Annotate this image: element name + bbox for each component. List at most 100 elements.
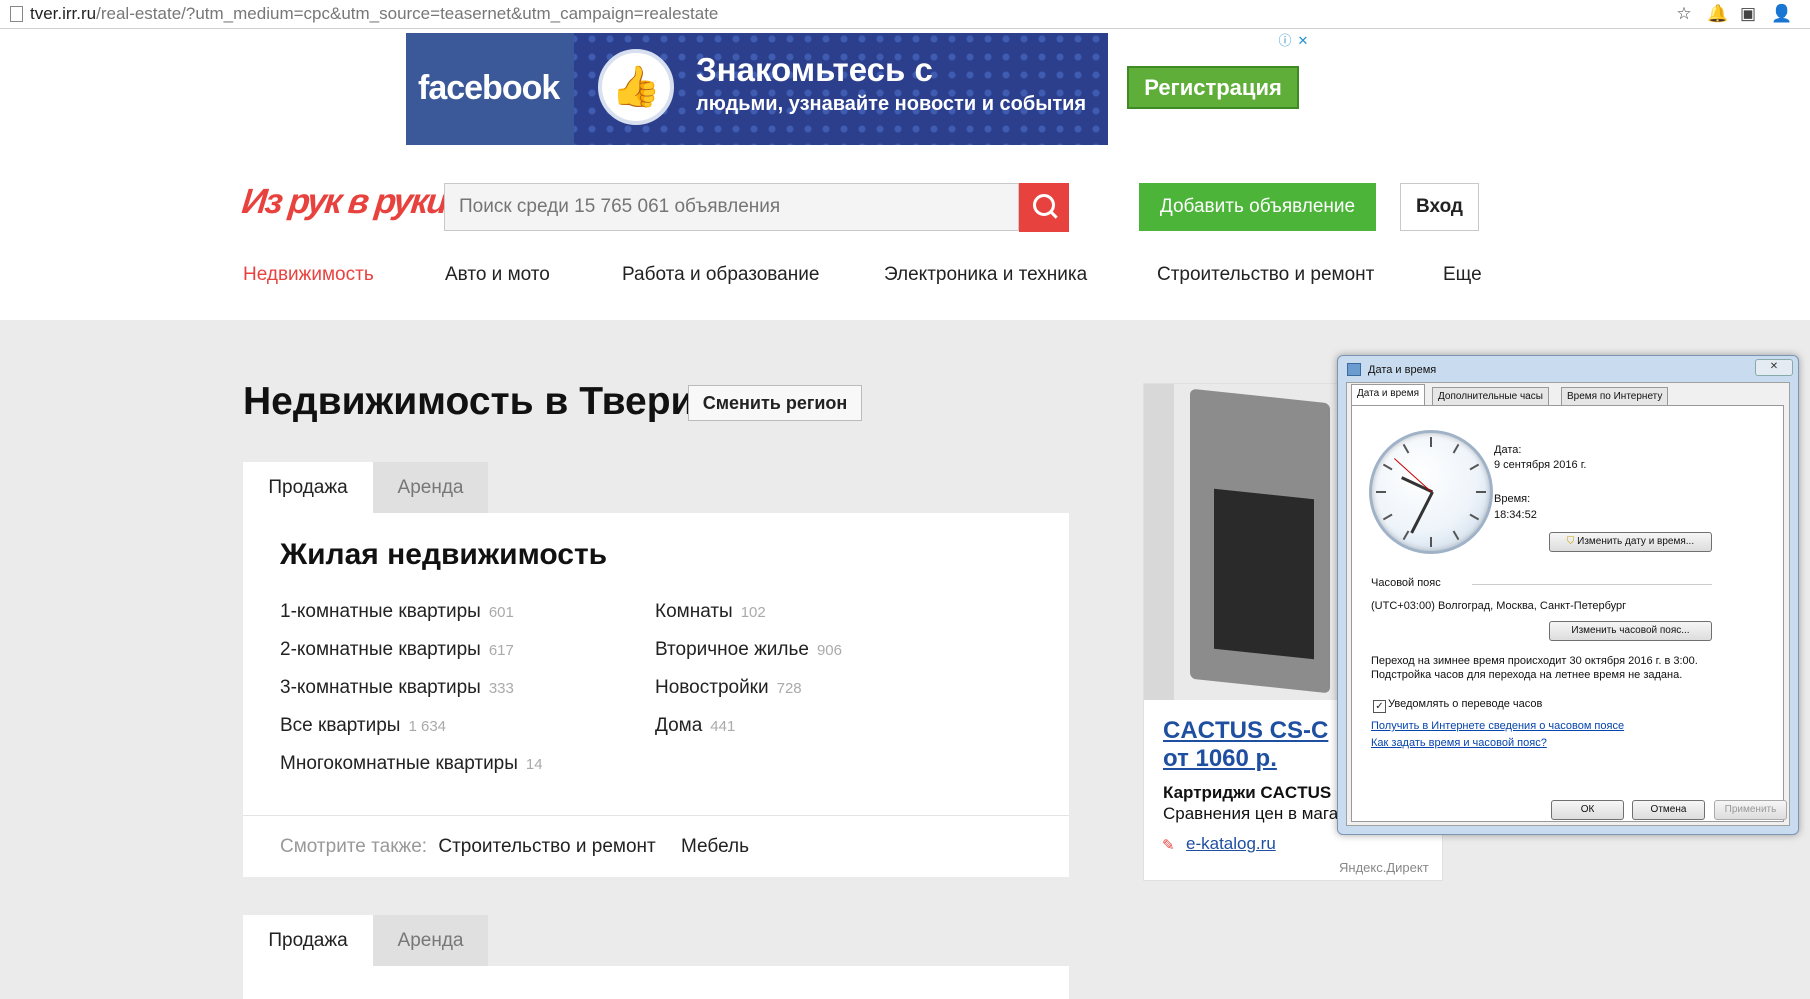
see-also-link-furniture[interactable]: Мебель (681, 836, 749, 857)
notify-label[interactable]: Уведомлять о переводе часов (1388, 698, 1542, 710)
date-label: Дата: (1494, 444, 1522, 456)
category-link[interactable]: 3-комнатные квартиры 333 (280, 677, 514, 699)
clock-tick (1430, 437, 1432, 447)
ad-title-line1: CACTUS CS-C (1163, 717, 1329, 744)
change-timezone-button[interactable]: Изменить часовой пояс... (1549, 621, 1712, 641)
extension-bell-icon[interactable]: 🔔 (1707, 4, 1728, 24)
tab-internet-time[interactable]: Время по Интернету (1561, 387, 1669, 405)
search-input[interactable] (444, 183, 1019, 231)
category-link[interactable]: Многокомнатные квартиры 14 (280, 753, 543, 775)
ad-subtitle: Картриджи CACTUS (1163, 783, 1332, 802)
nav-item-jobs[interactable]: Работа и образование (622, 264, 819, 286)
nav-item-electronics[interactable]: Электроника и техника (884, 264, 1087, 286)
search-button[interactable] (1019, 183, 1069, 232)
category-label: 2-комнатные квартиры (280, 639, 481, 660)
dialog-body: Дата и время Дополнительные часы Время п… (1346, 382, 1790, 826)
extension-puzzle-icon[interactable]: ▣ (1738, 4, 1758, 24)
dialog-title: Дата и время (1368, 364, 1437, 376)
change-region-button[interactable]: Сменить регион (688, 385, 862, 421)
uac-shield-icon: ⛉ (1566, 536, 1575, 547)
clock-tick (1382, 513, 1393, 521)
category-count: 14 (525, 756, 543, 773)
dst-info-line2: Подстройка часов для перехода на летнее … (1371, 669, 1683, 681)
category-label: Новостройки (655, 677, 769, 698)
timezone-info-link[interactable]: Получить в Интернете сведения о часовом … (1371, 720, 1624, 732)
clock-tick (1402, 443, 1410, 454)
tab-sale[interactable]: Продажа (243, 462, 373, 513)
ad-domain-link[interactable]: e-katalog.ru (1186, 834, 1276, 854)
notify-checkbox[interactable]: ✓ (1373, 700, 1386, 713)
category-label: Дома (655, 715, 703, 736)
clock-tick (1382, 463, 1393, 471)
cancel-button[interactable]: Отмена (1632, 800, 1705, 820)
banner-register-button[interactable]: Регистрация (1127, 66, 1299, 109)
timezone-separator (1472, 584, 1712, 585)
url-text[interactable]: tver.irr.ru/real-estate/?utm_medium=cpc&… (30, 4, 718, 24)
clock-tick (1402, 530, 1410, 541)
timezone-value: (UTC+03:00) Волгоград, Москва, Санкт-Пет… (1371, 600, 1627, 612)
profile-icon[interactable]: 👤 (1771, 4, 1792, 24)
search-icon-handle (1049, 210, 1058, 219)
clock-minute-hand (1410, 491, 1434, 534)
clock-second-hand (1394, 458, 1432, 493)
time-label: Время: (1494, 493, 1531, 505)
bookmark-star-icon[interactable]: ☆ (1674, 4, 1694, 24)
clock-tick (1430, 537, 1432, 547)
apply-button[interactable]: Применить (1714, 800, 1787, 820)
thumbs-up-icon: 👍 (598, 49, 674, 125)
how-to-set-time-link[interactable]: Как задать время и часовой пояс? (1371, 737, 1547, 749)
category-label: Вторичное жилье (655, 639, 809, 660)
ad-provider: Яндекс.Директ (1339, 860, 1429, 875)
change-datetime-button[interactable]: ⛉ Изменить дату и время... (1549, 532, 1712, 552)
browser-address-bar[interactable]: tver.irr.ru/real-estate/?utm_medium=cpc&… (0, 0, 1810, 29)
ad-controls: ⓘ ✕ (1277, 32, 1315, 51)
tab-date-time[interactable]: Дата и время (1351, 384, 1426, 406)
tab-rent[interactable]: Аренда (373, 462, 488, 513)
category-count: 728 (776, 680, 802, 697)
ad-info-icon[interactable]: ⓘ (1277, 33, 1293, 49)
ad-title-line2: от 1060 р. (1163, 745, 1277, 772)
section-title: Жилая недвижимость (280, 538, 608, 571)
page-title: Недвижимость в Твери (243, 380, 695, 423)
date-time-panel: Дата: 9 сентября 2016 г. Время: 18:34:52… (1351, 405, 1784, 822)
ad-title[interactable]: CACTUS CS-C от 1060 р. (1163, 717, 1328, 773)
page-icon (10, 6, 23, 22)
see-also-link-construction[interactable]: Строительство и ремонт (438, 836, 655, 857)
clock-tick (1469, 463, 1480, 471)
banner-subline: людьми, узнавайте новости и события (696, 93, 1087, 115)
login-button[interactable]: Вход (1400, 183, 1479, 231)
category-link[interactable]: Вторичное жилье 906 (655, 639, 842, 661)
category-label: Все квартиры (280, 715, 401, 736)
analog-clock (1369, 430, 1493, 554)
nav-item-auto[interactable]: Авто и мото (445, 264, 550, 286)
facebook-logo: facebook (418, 69, 560, 107)
category-link[interactable]: 1-комнатные квартиры 601 (280, 601, 514, 623)
facebook-banner-ad[interactable]: facebook 👍 Знакомьтесь с людьми, узнавай… (406, 33, 1108, 145)
facebook-logo-box: facebook (406, 33, 574, 145)
category-count: 1 634 (408, 718, 447, 735)
nav-item-more[interactable]: Еще (1443, 264, 1482, 286)
tab-sale-2[interactable]: Продажа (243, 915, 373, 966)
banner-headline: Знакомьтесь с (696, 51, 933, 88)
card-divider (243, 815, 1069, 816)
category-link[interactable]: Дома 441 (655, 715, 735, 737)
ad-close-icon[interactable]: ✕ (1295, 33, 1311, 49)
timezone-label: Часовой пояс (1371, 577, 1441, 589)
category-link[interactable]: Комнаты 102 (655, 601, 766, 623)
add-listing-button[interactable]: Добавить объявление (1139, 183, 1376, 231)
tab-additional-clocks[interactable]: Дополнительные часы (1432, 387, 1549, 405)
tab-rent-2[interactable]: Аренда (373, 915, 488, 966)
category-count: 333 (488, 680, 514, 697)
site-logo[interactable]: Из рук в руки (240, 182, 448, 222)
nav-item-real-estate[interactable]: Недвижимость (243, 264, 374, 286)
category-link[interactable]: 2-комнатные квартиры 617 (280, 639, 514, 661)
ok-button[interactable]: ОК (1551, 800, 1624, 820)
nav-item-construction[interactable]: Строительство и ремонт (1157, 264, 1374, 286)
second-card (243, 966, 1069, 999)
category-link[interactable]: Новостройки 728 (655, 677, 802, 699)
ad-description: Сравнения цен в мага (1163, 804, 1339, 823)
category-link[interactable]: Все квартиры 1 634 (280, 715, 446, 737)
see-also-label: Смотрите также: (280, 836, 428, 857)
dialog-close-button[interactable]: ✕ (1755, 359, 1793, 376)
category-label: Многокомнатные квартиры (280, 753, 518, 774)
